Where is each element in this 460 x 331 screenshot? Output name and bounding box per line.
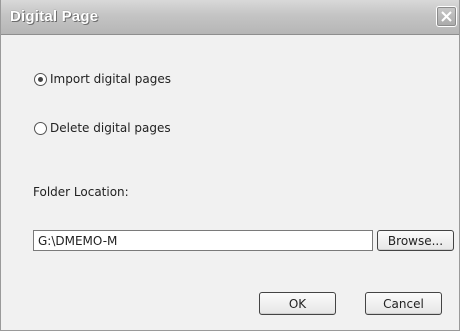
delete-label[interactable]: Delete digital pages	[50, 121, 171, 135]
delete-radio[interactable]	[34, 121, 47, 135]
folder-path-input[interactable]	[33, 230, 373, 251]
delete-option[interactable]: Delete digital pages	[34, 120, 171, 136]
title-bar[interactable]: Digital Page	[1, 0, 459, 35]
dialog-title: Digital Page	[10, 8, 99, 25]
import-label[interactable]: Import digital pages	[50, 72, 171, 86]
import-option[interactable]: Import digital pages	[34, 71, 171, 87]
import-radio[interactable]	[34, 72, 47, 86]
digital-page-dialog: Digital Page Import digital pages Delete…	[0, 0, 460, 331]
browse-button[interactable]: Browse...	[377, 230, 454, 251]
close-button[interactable]	[436, 6, 457, 27]
cancel-button[interactable]: Cancel	[365, 292, 442, 315]
folder-location-label: Folder Location:	[33, 185, 129, 199]
ok-button[interactable]: OK	[259, 292, 336, 315]
close-icon	[441, 11, 452, 22]
